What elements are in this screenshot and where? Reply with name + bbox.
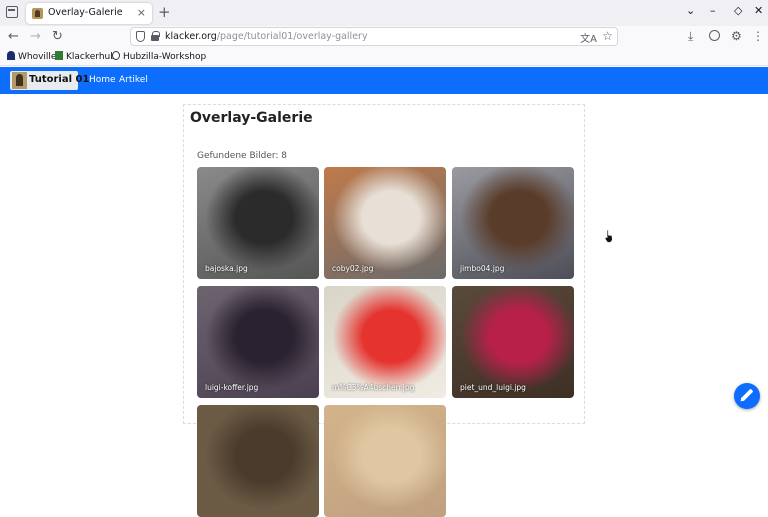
back-button[interactable]: ← — [8, 28, 19, 46]
whoville-icon — [7, 51, 15, 60]
thumbnail-photo — [324, 167, 446, 279]
thumbnail-photo — [197, 286, 319, 398]
gallery-thumbnail[interactable]: m%C3%A4uschen.jpg — [324, 286, 446, 398]
close-window-button[interactable]: ✕ — [754, 5, 763, 17]
thumbnail-photo — [452, 286, 574, 398]
reload-button[interactable]: ↻ — [52, 28, 63, 46]
pencil-icon — [740, 388, 754, 402]
gallery-container: Overlay-Galerie Gefundene Bilder: 8 bajo… — [183, 104, 585, 517]
extensions-icon[interactable]: ⚙ — [731, 29, 742, 43]
gallery-thumbnail[interactable]: jimbo04.jpg — [452, 167, 574, 279]
menu-icon[interactable]: ⋮ — [752, 29, 764, 43]
active-tab[interactable]: Overlay-Galerie × — [26, 3, 152, 24]
url-host: klacker.org — [165, 31, 217, 42]
gallery-thumbnail[interactable] — [324, 405, 446, 517]
page-title: Overlay-Galerie — [190, 110, 313, 126]
tab-list-icon[interactable] — [6, 6, 18, 18]
bookmarks-toolbar: Whoville Klackerhub Hubzilla-Workshop — [0, 48, 768, 66]
new-tab-button[interactable]: + — [158, 4, 171, 20]
gallery-thumbnail[interactable]: bajoska.jpg — [197, 167, 319, 279]
edit-button[interactable] — [734, 383, 760, 409]
gallery-thumbnail[interactable]: luigi-koffer.jpg — [197, 286, 319, 398]
nav-link-home[interactable]: Home — [89, 75, 116, 85]
bookmark-star-icon[interactable]: ☆ — [602, 29, 613, 43]
thumbnail-caption: jimbo04.jpg — [460, 264, 505, 273]
thumbnail-caption: luigi-koffer.jpg — [205, 383, 259, 392]
brand-logo — [12, 72, 27, 89]
brand-name: Tutorial 01 — [29, 74, 90, 85]
image-count: Gefundene Bilder: 8 — [197, 151, 288, 161]
nav-link-artikel[interactable]: Artikel — [119, 75, 148, 85]
klackerhub-icon — [55, 51, 63, 60]
bookmark-label: Hubzilla-Workshop — [123, 52, 207, 62]
bookmark-klackerhub[interactable]: Klackerhub — [55, 51, 116, 62]
thumbnail-caption: bajoska.jpg — [205, 264, 248, 273]
tab-bar: Overlay-Galerie × + ⌄ – ◇ ✕ — [0, 0, 768, 26]
thumbnail-photo — [197, 167, 319, 279]
tracking-protection-icon[interactable] — [136, 31, 145, 42]
thumbnail-caption: m%C3%A4uschen.jpg — [332, 383, 415, 392]
thumbnail-photo — [197, 405, 319, 517]
list-all-tabs-icon[interactable]: ⌄ — [686, 5, 695, 17]
thumbnail-photo — [324, 286, 446, 398]
navigation-toolbar: ← → ↻ klacker.org/page/tutorial01/overla… — [0, 26, 768, 48]
tab-title: Overlay-Galerie — [48, 7, 123, 18]
bookmark-label: Whoville — [18, 52, 57, 62]
lock-icon[interactable] — [151, 31, 160, 41]
thumbnail-caption: coby02.jpg — [332, 264, 374, 273]
gallery-thumbnail[interactable]: coby02.jpg — [324, 167, 446, 279]
site-favicon-icon — [32, 8, 43, 19]
bookmark-label: Klackerhub — [66, 52, 116, 62]
translate-icon[interactable]: 文A — [580, 30, 597, 45]
thumbnail-photo — [324, 405, 446, 517]
address-bar[interactable]: klacker.org/page/tutorial01/overlay-gall… — [130, 27, 618, 46]
forward-button[interactable]: → — [30, 28, 41, 46]
url-text[interactable]: klacker.org/page/tutorial01/overlay-gall… — [165, 31, 368, 42]
bookmark-whoville[interactable]: Whoville — [7, 51, 56, 62]
minimize-button[interactable]: – — [710, 5, 716, 17]
url-path: /page/tutorial01/overlay-gallery — [216, 31, 368, 42]
gallery-thumbnail[interactable] — [197, 405, 319, 517]
gallery-thumbnail[interactable]: piet_und_luigi.jpg — [452, 286, 574, 398]
brand-link[interactable]: Tutorial 01 — [10, 71, 89, 90]
bookmark-hubzilla-workshop[interactable]: Hubzilla-Workshop — [112, 51, 206, 62]
thumbnail-caption: piet_und_luigi.jpg — [460, 383, 526, 392]
downloads-icon[interactable]: ⤓ — [688, 29, 693, 43]
thumbnail-photo — [452, 167, 574, 279]
maximize-button[interactable]: ◇ — [734, 5, 742, 17]
hubzilla-icon — [112, 51, 120, 60]
site-navbar: Tutorial 01 Home Artikel — [0, 67, 768, 94]
tab-close-icon[interactable]: × — [137, 6, 146, 19]
mouse-pointer-icon — [604, 229, 613, 243]
account-icon[interactable] — [709, 30, 720, 41]
